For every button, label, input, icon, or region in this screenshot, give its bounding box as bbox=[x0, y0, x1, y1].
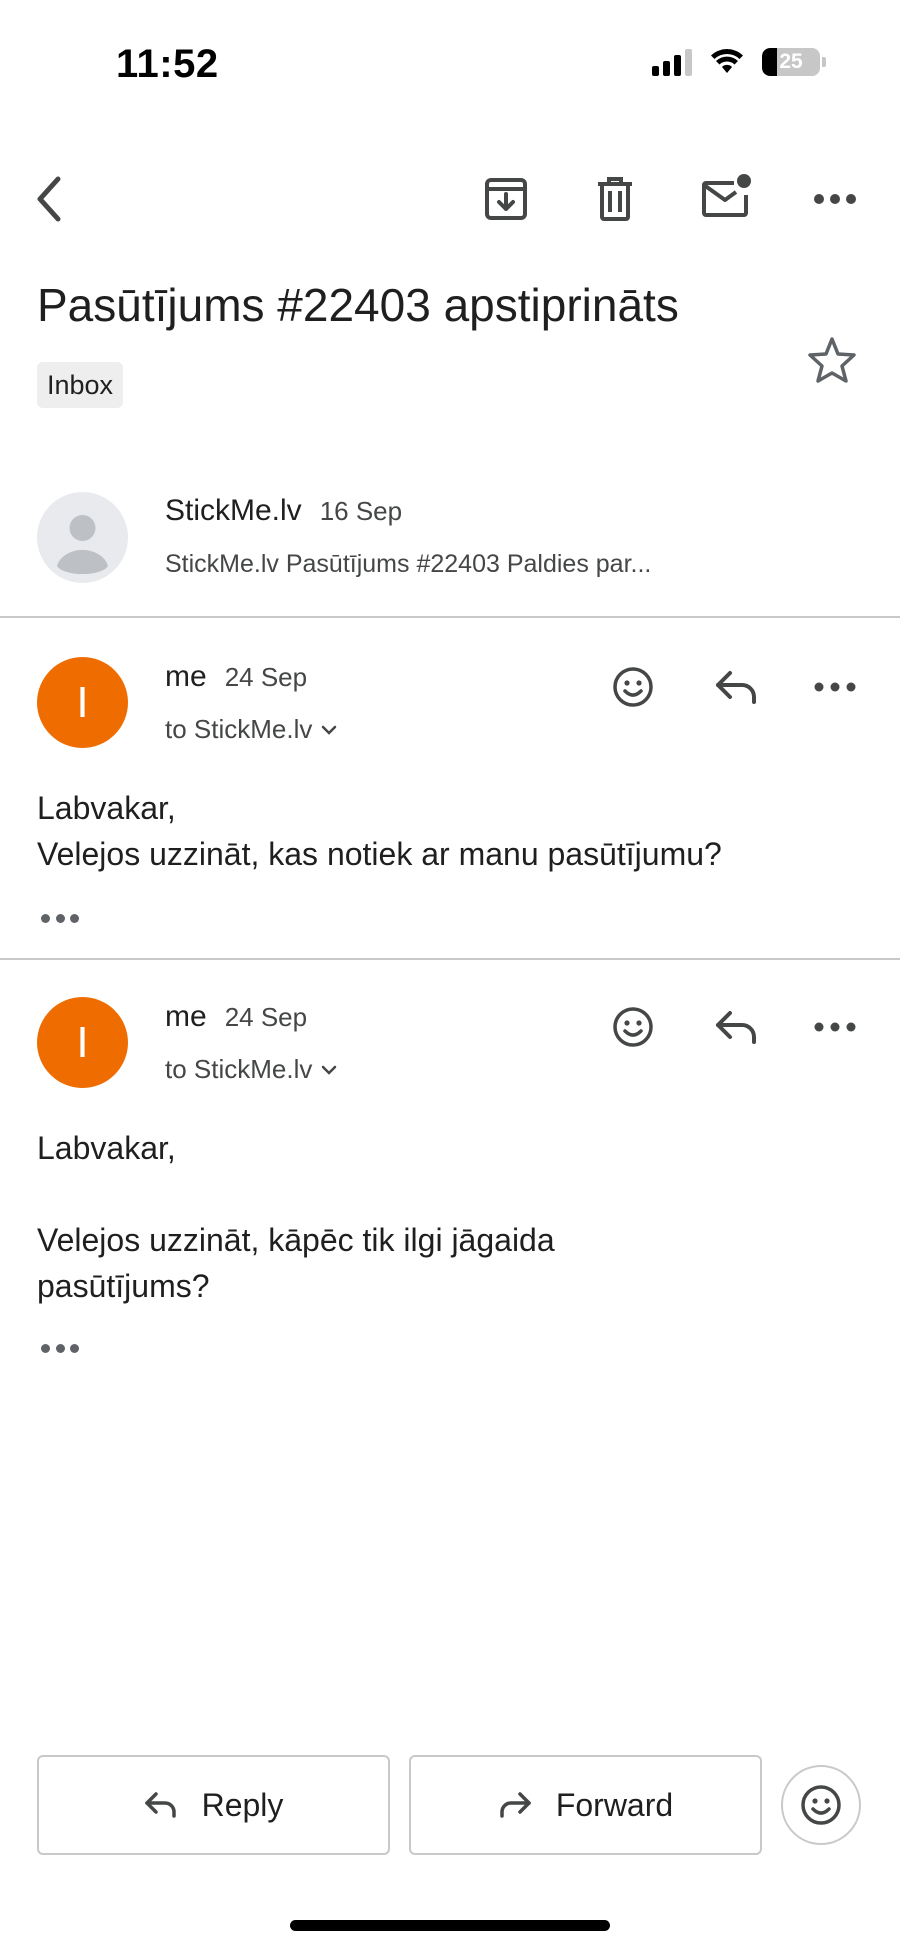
top-toolbar bbox=[0, 165, 900, 235]
chevron-down-icon bbox=[322, 1065, 337, 1075]
message-date: 16 Sep bbox=[319, 496, 403, 526]
body-blank-line bbox=[37, 1171, 555, 1217]
add-reaction-button[interactable] bbox=[601, 655, 665, 719]
body-line: Velejos uzzināt, kas notiek ar manu pasū… bbox=[37, 836, 722, 872]
recipient-details-toggle[interactable]: to StickMe.lv bbox=[165, 714, 338, 745]
forward-label: Forward bbox=[555, 1786, 674, 1823]
reply-icon bbox=[716, 1011, 756, 1044]
message-date: 24 Sep bbox=[224, 662, 308, 692]
recipient-details-toggle[interactable]: to StickMe.lv bbox=[165, 1054, 338, 1085]
sender-name: StickMe.lv bbox=[165, 494, 302, 527]
back-arrow-icon bbox=[37, 176, 61, 222]
body-line: Labvakar, bbox=[37, 790, 176, 826]
chevron-down-icon bbox=[322, 725, 337, 735]
more-icon bbox=[814, 682, 856, 692]
battery-icon: 25 bbox=[762, 48, 826, 76]
mark-unread-icon bbox=[702, 174, 751, 217]
message-date: 24 Sep bbox=[224, 1002, 308, 1032]
message-more-button[interactable] bbox=[803, 655, 867, 719]
wifi-icon bbox=[711, 49, 743, 73]
message-card: I me 24 Sep to StickMe.lv Labvakar, Vele… bbox=[0, 620, 900, 958]
reply-label: Reply bbox=[201, 1786, 284, 1823]
body-line: pasūtījums? bbox=[37, 1268, 210, 1304]
more-icon bbox=[814, 1022, 856, 1032]
home-indicator[interactable] bbox=[290, 1920, 610, 1931]
sender-avatar bbox=[37, 492, 128, 583]
show-trimmed-content-button[interactable] bbox=[37, 1336, 83, 1360]
body-line: Velejos uzzināt, kāpēc tik ilgi jāgaida bbox=[37, 1222, 555, 1258]
more-icon bbox=[814, 194, 856, 204]
archive-icon bbox=[485, 178, 527, 220]
reply-icon bbox=[144, 1792, 176, 1818]
recipient-text: to StickMe.lv bbox=[165, 714, 313, 744]
delete-button[interactable] bbox=[583, 167, 647, 231]
forward-button[interactable]: Forward bbox=[409, 1755, 762, 1855]
forward-icon bbox=[500, 1792, 531, 1818]
sender-line: me 24 Sep bbox=[165, 1000, 307, 1034]
body-line: Labvakar, bbox=[37, 1130, 176, 1166]
emoji-icon bbox=[801, 1785, 841, 1825]
mark-unread-button[interactable] bbox=[694, 165, 758, 229]
sender-name: me bbox=[165, 660, 207, 693]
sender-name: me bbox=[165, 1000, 207, 1033]
status-icons: 25 bbox=[652, 48, 826, 76]
more-options-button[interactable] bbox=[803, 167, 867, 231]
status-time: 11:52 bbox=[116, 42, 219, 86]
collapsed-message[interactable]: StickMe.lv 16 Sep StickMe.lv Pasūtījums … bbox=[0, 480, 900, 618]
emoji-icon bbox=[613, 1007, 653, 1047]
reply-button[interactable] bbox=[704, 655, 768, 719]
message-snippet: StickMe.lv Pasūtījums #22403 Paldies par… bbox=[165, 550, 652, 578]
message-more-button[interactable] bbox=[803, 995, 867, 1059]
react-emoji-button[interactable] bbox=[781, 1765, 861, 1845]
add-reaction-button[interactable] bbox=[601, 995, 665, 1059]
recipient-text: to StickMe.lv bbox=[165, 1054, 313, 1084]
avatar: I bbox=[37, 997, 128, 1088]
sender-line: me 24 Sep bbox=[165, 660, 307, 694]
status-bar: 11:52 25 bbox=[0, 0, 900, 130]
message-body: Labvakar, Velejos uzzināt, kāpēc tik ilg… bbox=[37, 1125, 555, 1309]
avatar: I bbox=[37, 657, 128, 748]
person-icon bbox=[57, 515, 108, 575]
show-trimmed-content-button[interactable] bbox=[37, 906, 83, 930]
message-body: Labvakar, Velejos uzzināt, kas notiek ar… bbox=[37, 785, 722, 877]
reply-button[interactable] bbox=[704, 995, 768, 1059]
back-button[interactable] bbox=[18, 167, 82, 231]
emoji-icon bbox=[613, 667, 653, 707]
email-subject: Pasūtījums #22403 apstiprināts bbox=[37, 279, 679, 331]
sender-line: StickMe.lv 16 Sep bbox=[165, 494, 402, 528]
star-button[interactable] bbox=[800, 328, 864, 392]
archive-button[interactable] bbox=[474, 167, 538, 231]
inbox-label-chip: Inbox bbox=[37, 362, 124, 408]
battery-level: 25 bbox=[779, 50, 803, 73]
star-icon bbox=[808, 337, 856, 383]
signal-icon bbox=[652, 48, 692, 76]
delete-icon bbox=[598, 177, 632, 221]
reply-icon bbox=[716, 671, 756, 704]
reply-bottom-button[interactable]: Reply bbox=[37, 1755, 390, 1855]
message-card: I me 24 Sep to StickMe.lv Labvakar, Vele… bbox=[0, 960, 900, 1380]
